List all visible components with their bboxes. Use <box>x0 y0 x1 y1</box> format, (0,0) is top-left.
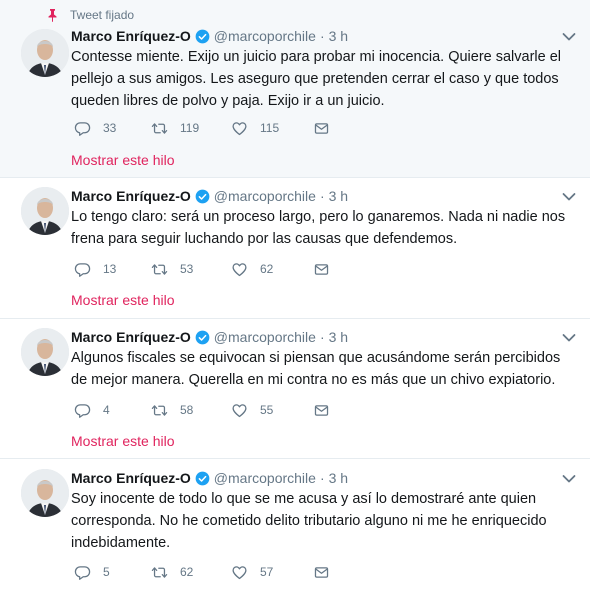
tweet[interactable]: Marco Enríquez-O @marcoporchile · 3 h Al… <box>0 319 590 459</box>
tweet-header: Marco Enríquez-O @marcoporchile · 3 h <box>71 187 348 205</box>
like-button[interactable]: 55 <box>231 401 273 419</box>
tweet-text: Lo tengo claro: será un proceso largo, p… <box>71 209 566 247</box>
verified-badge-icon <box>195 330 210 345</box>
timestamp[interactable]: 3 h <box>329 27 348 45</box>
display-name[interactable]: Marco Enríquez-O <box>71 328 191 346</box>
reply-icon <box>74 261 91 278</box>
separator: · <box>319 28 325 44</box>
tweet-pinned[interactable]: Tweet fijado Marco Enríquez-O @marcoporc… <box>0 0 590 178</box>
reply-icon <box>74 564 91 581</box>
retweet-icon <box>151 564 168 581</box>
reply-count: 33 <box>103 121 117 135</box>
like-button[interactable]: 57 <box>231 563 273 581</box>
reply-icon <box>74 402 91 419</box>
verified-badge-icon <box>195 29 210 44</box>
reply-count: 5 <box>103 565 110 579</box>
reply-button[interactable]: 4 <box>74 401 110 419</box>
username[interactable]: @marcoporchile <box>214 187 316 205</box>
separator: · <box>319 470 325 486</box>
chevron-down-icon[interactable] <box>562 474 576 484</box>
verified-badge-icon <box>195 189 210 204</box>
avatar[interactable] <box>21 187 69 235</box>
like-icon <box>231 120 248 137</box>
retweet-count: 62 <box>180 565 194 579</box>
tweet-text: Algunos fiscales se equivocan si piensan… <box>71 350 561 388</box>
display-name[interactable]: Marco Enríquez-O <box>71 469 191 487</box>
username[interactable]: @marcoporchile <box>214 469 316 487</box>
like-icon <box>231 564 248 581</box>
reply-button[interactable]: 13 <box>74 260 116 278</box>
like-icon <box>231 402 248 419</box>
direct-message-button[interactable] <box>313 260 342 278</box>
direct-message-icon <box>313 261 330 278</box>
direct-message-icon <box>313 564 330 581</box>
reply-count: 4 <box>103 403 110 417</box>
show-thread-link[interactable]: Mostrar este hilo <box>71 291 174 309</box>
verified-badge-icon <box>195 471 210 486</box>
like-count: 55 <box>260 403 274 417</box>
retweet-button[interactable]: 62 <box>151 563 193 581</box>
timestamp[interactable]: 3 h <box>329 187 348 205</box>
chevron-down-icon[interactable] <box>562 32 576 42</box>
retweet-icon <box>151 120 168 137</box>
like-count: 57 <box>260 565 274 579</box>
tweet-actions: 5 62 57 <box>71 563 401 581</box>
like-button[interactable]: 62 <box>231 260 273 278</box>
display-name[interactable]: Marco Enríquez-O <box>71 187 191 205</box>
reply-count: 13 <box>103 262 117 276</box>
like-count: 115 <box>260 121 280 135</box>
username[interactable]: @marcoporchile <box>214 27 316 45</box>
retweet-count: 119 <box>180 121 200 135</box>
separator: · <box>319 329 325 345</box>
tweet-actions: 33 119 115 <box>71 119 401 137</box>
show-thread-link[interactable]: Mostrar este hilo <box>71 151 174 169</box>
tweet[interactable]: Marco Enríquez-O @marcoporchile · 3 h So… <box>0 459 590 591</box>
retweet-button[interactable]: 58 <box>151 401 193 419</box>
direct-message-icon <box>313 120 330 137</box>
like-count: 62 <box>260 262 274 276</box>
username[interactable]: @marcoporchile <box>214 328 316 346</box>
retweet-icon <box>151 261 168 278</box>
pin-icon <box>47 8 58 22</box>
timestamp[interactable]: 3 h <box>329 328 348 346</box>
retweet-count: 58 <box>180 403 194 417</box>
pinned-tweet-label: Tweet fijado <box>70 8 135 22</box>
direct-message-button[interactable] <box>313 563 342 581</box>
retweet-icon <box>151 402 168 419</box>
avatar[interactable] <box>21 469 69 517</box>
tweet[interactable]: Marco Enríquez-O @marcoporchile · 3 h Lo… <box>0 178 590 319</box>
reply-icon <box>74 120 91 137</box>
retweet-button[interactable]: 119 <box>151 119 199 137</box>
direct-message-button[interactable] <box>313 119 342 137</box>
like-icon <box>231 261 248 278</box>
avatar[interactable] <box>21 328 69 376</box>
direct-message-icon <box>313 402 330 419</box>
retweet-button[interactable]: 53 <box>151 260 193 278</box>
chevron-down-icon[interactable] <box>562 192 576 202</box>
tweet-header: Marco Enríquez-O @marcoporchile · 3 h <box>71 469 348 487</box>
avatar[interactable] <box>21 29 69 77</box>
reply-button[interactable]: 33 <box>74 119 116 137</box>
reply-button[interactable]: 5 <box>74 563 110 581</box>
separator: · <box>319 188 325 204</box>
like-button[interactable]: 115 <box>231 119 279 137</box>
timestamp[interactable]: 3 h <box>329 469 348 487</box>
direct-message-button[interactable] <box>313 401 342 419</box>
tweet-actions: 13 53 62 <box>71 260 401 278</box>
show-thread-link[interactable]: Mostrar este hilo <box>71 432 174 450</box>
tweet-text: Soy inocente de todo lo que se me acusa … <box>71 491 547 551</box>
tweet-text: Contesse miente. Exijo un juicio para pr… <box>71 49 562 109</box>
tweet-header: Marco Enríquez-O @marcoporchile · 3 h <box>71 27 348 45</box>
display-name[interactable]: Marco Enríquez-O <box>71 27 191 45</box>
tweet-actions: 4 58 55 <box>71 401 401 419</box>
retweet-count: 53 <box>180 262 194 276</box>
tweet-header: Marco Enríquez-O @marcoporchile · 3 h <box>71 328 348 346</box>
chevron-down-icon[interactable] <box>562 333 576 343</box>
